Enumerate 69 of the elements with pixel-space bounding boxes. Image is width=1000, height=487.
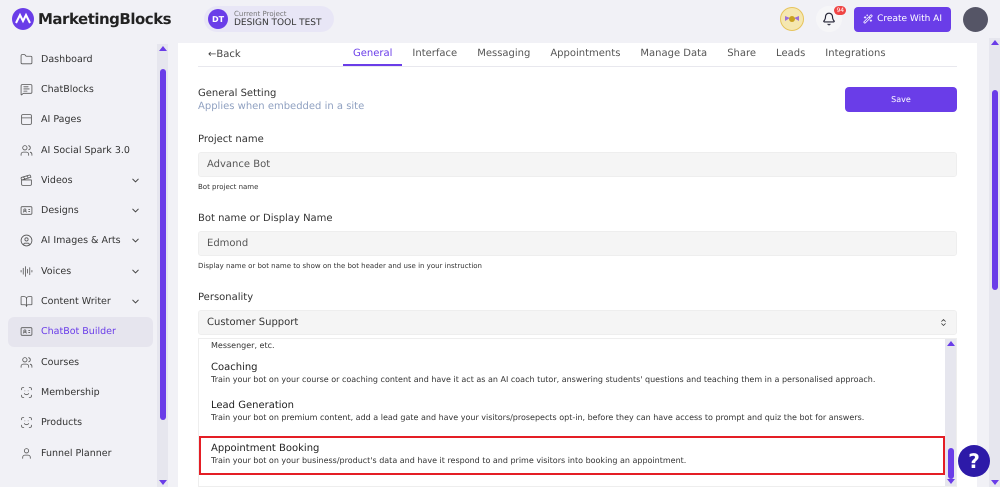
menu-icon — [20, 356, 33, 369]
field-label: Project name — [198, 134, 265, 145]
menu-icon — [20, 174, 33, 187]
section-title: General Setting — [198, 88, 278, 98]
tab[interactable]: Integrations — [815, 43, 896, 66]
option-title: Lead Generation — [211, 400, 295, 412]
dropdown-option[interactable]: Lead Generation Train your bot on premium content, add a lead gate and have your visitors/prosepects opt-in, before they can have access to prompt and quiz the bot for answers. — [199, 393, 945, 432]
sidebar-item[interactable]: Products — [8, 408, 153, 438]
dropdown-option[interactable]: Coaching Train your bot on your course or coaching content and have it act as an AI coach tutor, answering students' questions and teaching them in a personalised approach. — [199, 354, 945, 394]
scroll-bar[interactable] — [945, 339, 956, 486]
sidebar-item[interactable]: Voices — [8, 256, 153, 286]
sidebar-item[interactable]: AI Images & Arts — [8, 226, 153, 256]
menu-icon — [20, 113, 33, 126]
tab[interactable]: Appointments — [540, 43, 630, 66]
sidebar-item[interactable]: ChatBlocks — [8, 74, 153, 105]
field-label: Bot name or Display Name — [198, 213, 334, 224]
back-link[interactable]: ←Back — [198, 43, 343, 66]
menu-icon — [20, 52, 33, 66]
bell-icon[interactable] — [822, 12, 836, 26]
menu-icon — [20, 416, 33, 430]
menu-icon — [20, 325, 33, 338]
sort-arrows-icon — [939, 318, 948, 327]
sidebar-item[interactable]: Videos — [8, 165, 153, 196]
option-title: Coaching — [211, 362, 259, 373]
magic-wand-icon — [863, 14, 874, 24]
sidebar-item[interactable]: Content Writer — [8, 286, 153, 317]
logo-text: MarketingBlocks — [38, 10, 172, 28]
menu-icon — [20, 234, 33, 248]
tab[interactable]: General — [343, 43, 402, 66]
tab[interactable]: Share — [717, 43, 766, 66]
tab[interactable]: Manage Data — [630, 43, 718, 66]
menu-icon — [20, 446, 33, 460]
option-description: Messenger, etc. — [211, 341, 276, 351]
tab[interactable]: Messaging — [467, 43, 540, 66]
tab[interactable]: Interface — [402, 43, 468, 66]
sidebar-item[interactable]: Membership — [8, 377, 153, 408]
create-with-ai-button[interactable]: Create With AI — [854, 6, 951, 32]
sidebar-item[interactable]: ChatBot Builder — [8, 316, 153, 347]
menu-icon — [20, 264, 33, 278]
project-initials: DT — [208, 9, 228, 29]
personality-select[interactable]: Customer Support — [198, 310, 957, 335]
project-name: DESIGN TOOL TEST — [234, 18, 322, 28]
dropdown-option[interactable]: Appointment Booking Train your bot on your business/product's data and have it respond to and prime visitors into booking an appointment. — [199, 436, 945, 475]
sidebar-item[interactable]: AI Social Spark 3.0 — [8, 134, 153, 166]
avatar[interactable] — [963, 6, 988, 32]
input-field[interactable]: Advance Bot — [198, 152, 957, 177]
menu-icon — [20, 144, 33, 157]
menu-icon — [20, 204, 33, 218]
sidebar-item[interactable]: Dashboard — [8, 44, 153, 74]
option-title: Appointment Booking — [211, 443, 320, 454]
option-description: Train your bot on your course or coaching content and have it act as an AI coach tutor, answering students' questions and teaching them in a personalised approach. — [211, 376, 876, 384]
scroll-bar[interactable] — [989, 38, 1000, 487]
menu-icon — [20, 82, 33, 96]
sidebar-item[interactable]: Designs — [8, 195, 153, 226]
input-field[interactable]: Edmond — [198, 231, 957, 256]
sidebar-item[interactable]: Funnel Planner — [8, 438, 153, 468]
logo-icon — [12, 8, 34, 30]
scroll-bar[interactable] — [157, 44, 168, 487]
menu-icon — [20, 295, 33, 308]
sidebar-item[interactable]: AI Pages — [8, 104, 153, 135]
option-description: Train your bot on premium content, add a lead gate and have your visitors/prosepects opt-in, before they can have access to prompt and quiz the bot for answers. — [211, 414, 866, 424]
medal-icon[interactable] — [780, 7, 804, 31]
field-label: Personality — [198, 292, 254, 303]
menu-icon — [20, 386, 33, 399]
option-description: Train your bot on your business/product's data and have it respond to and prime visitors into booking an appointment. — [211, 457, 688, 466]
section-subtitle: Applies when embedded in a site — [198, 100, 364, 112]
tab[interactable]: Leads — [766, 43, 816, 66]
save-button[interactable]: Save — [845, 87, 957, 112]
sidebar-item[interactable]: Courses — [8, 346, 153, 378]
